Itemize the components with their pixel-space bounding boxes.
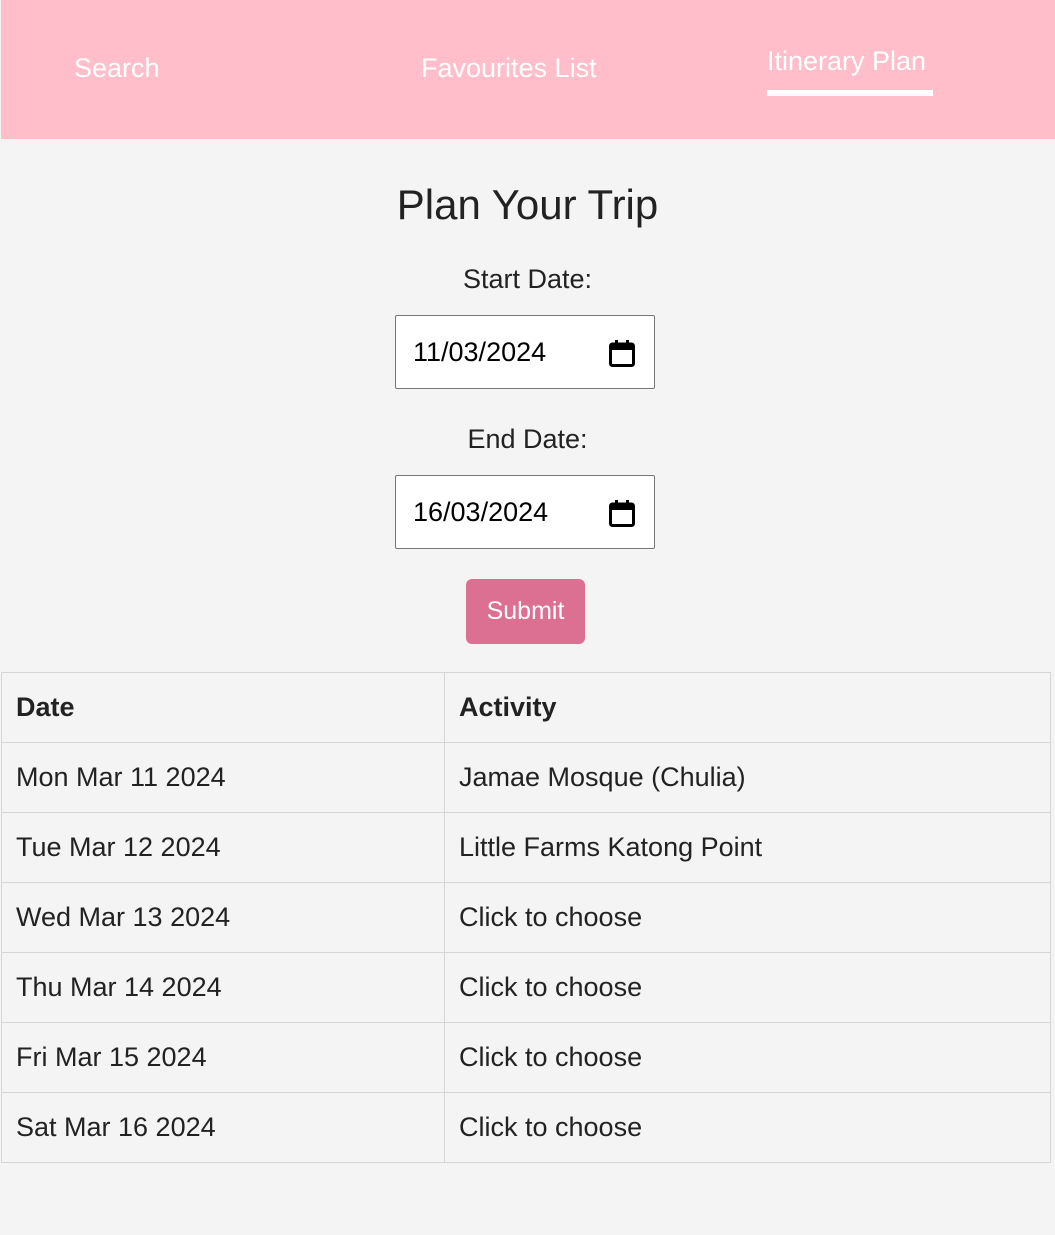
table-row: Wed Mar 13 2024 Click to choose	[1, 882, 1051, 953]
date-cell: Thu Mar 14 2024	[1, 952, 445, 1023]
date-cell: Sat Mar 16 2024	[1, 1092, 445, 1163]
activity-cell[interactable]: Click to choose	[444, 952, 1051, 1023]
calendar-icon[interactable]	[609, 499, 635, 527]
table-row: Thu Mar 14 2024 Click to choose	[1, 952, 1051, 1023]
start-date-value: 11/03/2024	[413, 337, 547, 367]
date-cell: Mon Mar 11 2024	[1, 742, 445, 813]
column-header-date: Date	[1, 672, 445, 743]
activity-cell[interactable]: Click to choose	[444, 1092, 1051, 1163]
table-row: Mon Mar 11 2024 Jamae Mosque (Chulia)	[1, 742, 1051, 813]
nav-link-favourites-list[interactable]: Favourites List	[421, 52, 597, 84]
table-row: Sat Mar 16 2024 Click to choose	[1, 1092, 1051, 1163]
activity-cell[interactable]: Click to choose	[444, 1022, 1051, 1093]
table-row: Tue Mar 12 2024 Little Farms Katong Poin…	[1, 812, 1051, 883]
itinerary-table: Date Activity Mon Mar 11 2024 Jamae Mosq…	[1, 672, 1051, 1163]
activity-cell[interactable]: Click to choose	[444, 882, 1051, 953]
end-date-value: 16/03/2024	[413, 497, 549, 527]
table-row: Fri Mar 15 2024 Click to choose	[1, 1022, 1051, 1093]
date-cell: Fri Mar 15 2024	[1, 1022, 445, 1093]
nav-link-search[interactable]: Search	[74, 52, 160, 84]
page-title: Plan Your Trip	[396, 181, 659, 228]
submit-button[interactable]: Submit	[466, 579, 585, 644]
table-header-row: Date Activity	[1, 672, 1051, 743]
nav-link-itinerary-plan[interactable]: Itinerary Plan	[767, 45, 926, 77]
calendar-icon[interactable]	[609, 339, 635, 367]
end-date-label: End Date:	[467, 424, 588, 454]
date-cell: Tue Mar 12 2024	[1, 812, 445, 883]
column-header-activity: Activity	[444, 672, 1051, 743]
navbar: Search Favourites List Itinerary Plan	[1, 0, 1055, 139]
end-date-input[interactable]: 16/03/2024	[395, 475, 655, 549]
start-date-label: Start Date:	[462, 264, 593, 294]
activity-cell[interactable]: Jamae Mosque (Chulia)	[444, 742, 1051, 813]
date-cell: Wed Mar 13 2024	[1, 882, 445, 953]
activity-cell[interactable]: Little Farms Katong Point	[444, 812, 1051, 883]
active-tab-underline	[767, 90, 933, 96]
start-date-input[interactable]: 11/03/2024	[395, 315, 655, 389]
